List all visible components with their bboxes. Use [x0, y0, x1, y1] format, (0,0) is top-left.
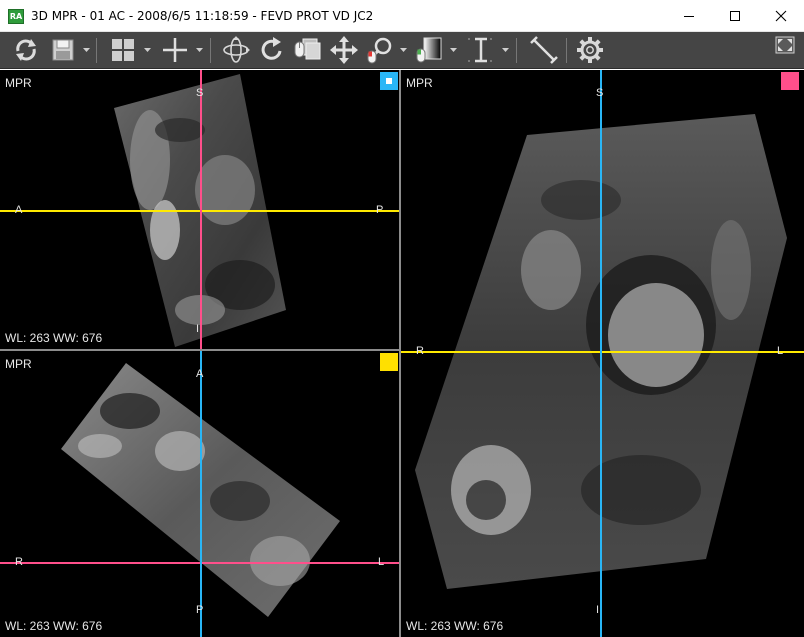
- window-title: 3D MPR - 01 AC - 2008/6/5 11:18:59 - FEV…: [31, 9, 374, 23]
- viewport-label: MPR: [406, 76, 433, 90]
- toolbar-separator: [516, 38, 517, 63]
- viewport-bottom-left[interactable]: MPR A P R L WL: 263 WW: 676: [0, 351, 399, 637]
- zoom-icon: [367, 37, 392, 64]
- toolbar: [0, 32, 804, 69]
- settings-button[interactable]: [574, 35, 606, 65]
- orientation-bottom: I: [196, 323, 200, 335]
- reset-button[interactable]: [10, 35, 42, 65]
- pan-button[interactable]: [328, 35, 360, 65]
- thickness-button[interactable]: [464, 35, 498, 65]
- layout-button[interactable]: [106, 35, 140, 65]
- orientation-right: L: [378, 556, 385, 568]
- orientation-bottom: P: [196, 604, 204, 616]
- crosshair-horizontal-line[interactable]: [401, 351, 804, 353]
- rotate3d-button[interactable]: [219, 35, 253, 65]
- window-level-button[interactable]: [412, 35, 446, 65]
- mouse-stack-button[interactable]: [290, 35, 324, 65]
- measure-button[interactable]: [527, 35, 561, 65]
- slab-thickness-icon: [468, 37, 494, 63]
- viewport-color-swatch[interactable]: [380, 72, 398, 90]
- gear-icon: [577, 37, 603, 63]
- orientation-right: P: [376, 204, 384, 216]
- toolbar-separator: [210, 38, 211, 63]
- viewport-divider-vertical[interactable]: [399, 70, 401, 637]
- toolbar-separator: [566, 38, 567, 63]
- orientation-left: R: [15, 556, 23, 568]
- zoom-button[interactable]: [363, 35, 397, 65]
- minimize-button[interactable]: [666, 0, 712, 32]
- fullscreen-button[interactable]: [774, 35, 796, 55]
- layout-grid-icon: [112, 39, 134, 61]
- rotate-icon: [261, 37, 282, 60]
- rotate3d-icon: [223, 36, 250, 63]
- crosshair-dropdown-arrow-icon[interactable]: [195, 46, 204, 54]
- toolbar-separator: [96, 38, 97, 63]
- minimize-icon: [684, 16, 694, 17]
- zoom-dropdown-arrow-icon[interactable]: [399, 46, 408, 54]
- ruler-icon: [530, 36, 558, 64]
- crosshair-button[interactable]: [158, 35, 192, 65]
- save-button[interactable]: [47, 35, 79, 65]
- viewport-color-swatch[interactable]: [781, 72, 799, 90]
- orientation-top: S: [596, 87, 604, 99]
- crosshair-icon: [163, 38, 187, 62]
- orientation-right: L: [777, 345, 784, 357]
- viewport-label: MPR: [5, 76, 32, 90]
- viewport-right[interactable]: MPR S I R L WL: 263 WW: 676: [401, 70, 804, 637]
- orientation-top: A: [196, 368, 204, 380]
- mouse-stack-icon: [294, 38, 321, 60]
- viewport-area: MPR S I A P WL: 263 WW: 676 MPR A P R L …: [0, 70, 804, 637]
- app-icon: RA: [8, 9, 24, 24]
- maximize-icon: [730, 11, 740, 21]
- orientation-left: R: [416, 345, 424, 357]
- crosshair-vertical-line[interactable]: [200, 351, 202, 637]
- viewport-label: MPR: [5, 357, 32, 371]
- thickness-dropdown-arrow-icon[interactable]: [501, 46, 510, 54]
- orientation-left: A: [15, 204, 23, 216]
- viewport-color-swatch[interactable]: [380, 353, 398, 371]
- mri-coronal-image: [415, 114, 787, 589]
- viewport-top-left[interactable]: MPR S I A P WL: 263 WW: 676: [0, 70, 399, 349]
- pan-icon: [330, 36, 358, 64]
- save-dropdown-arrow-icon[interactable]: [82, 46, 91, 54]
- window-level-readout: WL: 263 WW: 676: [5, 619, 103, 633]
- window-level-readout: WL: 263 WW: 676: [406, 619, 504, 633]
- rotate-reset-icon: [16, 39, 36, 61]
- close-icon: [775, 10, 787, 22]
- layout-dropdown-arrow-icon[interactable]: [143, 46, 152, 54]
- title-bar[interactable]: RA 3D MPR - 01 AC - 2008/6/5 11:18:59 - …: [0, 0, 804, 32]
- crosshair-vertical-line[interactable]: [600, 70, 602, 637]
- crosshair-vertical-line[interactable]: [200, 70, 202, 349]
- close-button[interactable]: [758, 0, 804, 32]
- maximize-button[interactable]: [712, 0, 758, 32]
- orientation-top: S: [196, 87, 204, 99]
- window-level-readout: WL: 263 WW: 676: [5, 331, 103, 345]
- window-level-dropdown-arrow-icon[interactable]: [449, 46, 458, 54]
- rotate-button[interactable]: [256, 35, 288, 65]
- viewport-divider-horizontal[interactable]: [0, 349, 400, 351]
- fullscreen-icon: [775, 36, 795, 54]
- save-icon: [52, 39, 74, 61]
- window-level-icon: [416, 37, 442, 63]
- orientation-bottom: I: [596, 604, 600, 616]
